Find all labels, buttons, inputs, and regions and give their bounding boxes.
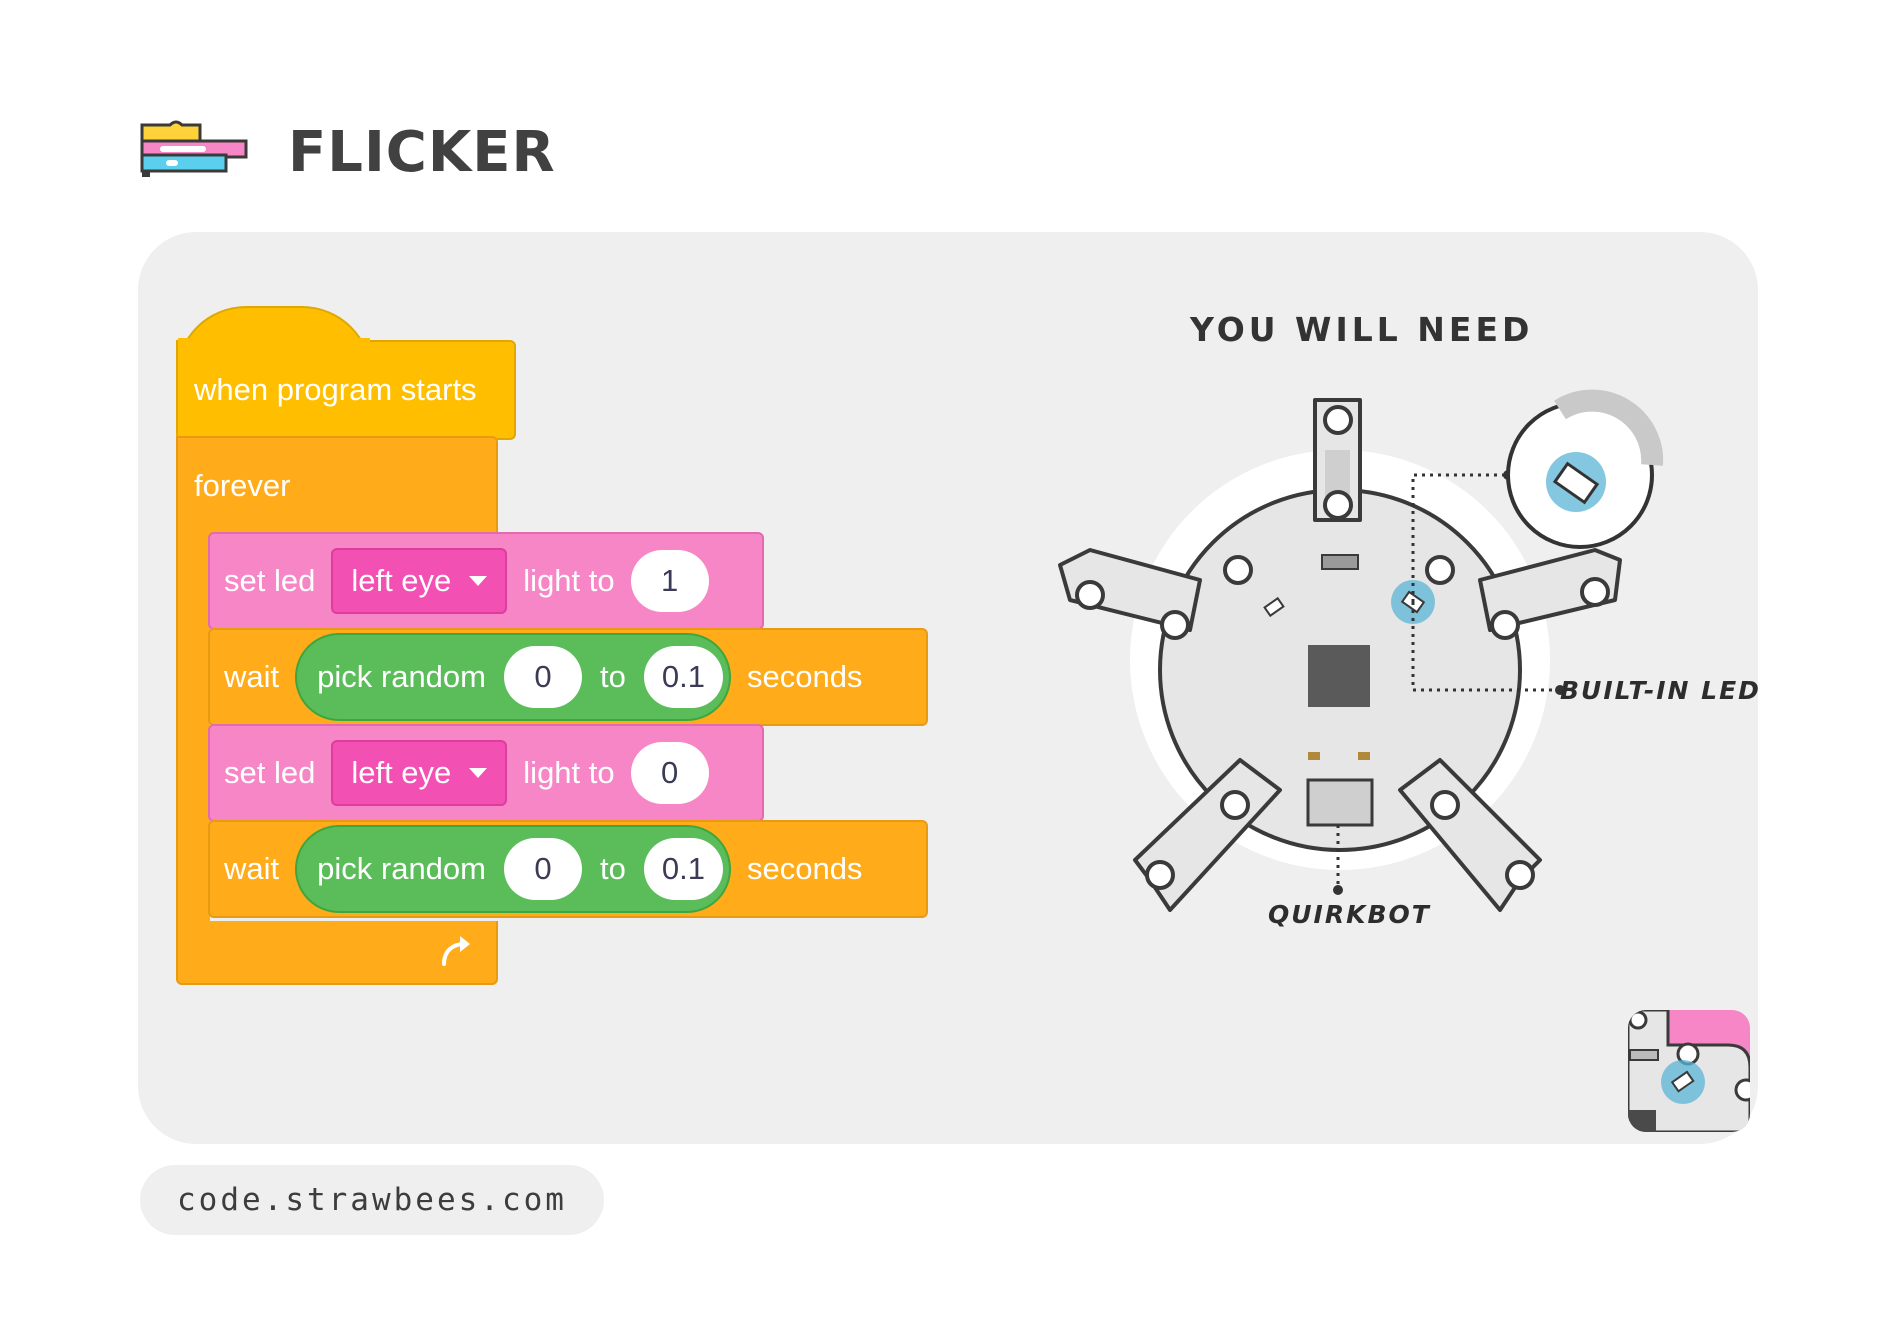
quirkbot-label: QUIRKBOT <box>1268 900 1431 929</box>
set-led-label: set led <box>224 563 316 598</box>
led-target-dropdown[interactable]: left eye <box>331 548 508 614</box>
random-to-input[interactable]: 0.1 <box>643 646 723 708</box>
light-value-input[interactable]: 1 <box>630 550 709 612</box>
pick-random-label: pick random <box>317 659 486 694</box>
set-led-block[interactable]: set led left eye light to 1 <box>208 532 764 630</box>
usb-port <box>1306 778 1374 827</box>
pick-random-label: pick random <box>317 851 486 886</box>
chevron-down-icon <box>469 576 488 586</box>
website-url[interactable]: code.strawbees.com <box>140 1165 604 1235</box>
pick-random-block[interactable]: pick random 0 to 0.1 <box>295 825 731 913</box>
led-target-value: left eye <box>351 755 452 790</box>
to-label: to <box>600 659 626 694</box>
code-blocks-icon <box>140 120 248 177</box>
light-value-input[interactable]: 0 <box>630 742 709 804</box>
forever-block-arm <box>176 530 210 930</box>
quirkbot-illustration <box>1058 389 1664 912</box>
quirkbot-thumbnail <box>1628 1010 1750 1132</box>
set-led-block[interactable]: set led left eye light to 0 <box>208 724 764 822</box>
light-to-label: light to <box>523 755 615 790</box>
header: FLICKER <box>138 112 556 192</box>
when-program-starts-block[interactable]: when program starts <box>176 340 516 440</box>
wait-block[interactable]: wait pick random 0 to 0.1 seconds <box>208 628 928 726</box>
set-led-label: set led <box>224 755 316 790</box>
forever-label: forever <box>194 468 291 503</box>
random-from-input[interactable]: 0 <box>504 646 582 708</box>
wait-label: wait <box>224 659 280 694</box>
led-target-value: left eye <box>351 563 452 598</box>
loop-arrow-icon <box>442 936 470 966</box>
random-to-input[interactable]: 0.1 <box>643 838 723 900</box>
you-will-need-heading: YOU WILL NEED <box>1190 310 1534 349</box>
microcontroller-chip <box>1308 645 1370 707</box>
random-from-input[interactable]: 0 <box>504 838 582 900</box>
wait-block[interactable]: wait pick random 0 to 0.1 seconds <box>208 820 928 918</box>
to-label: to <box>600 851 626 886</box>
website-url-text: code.strawbees.com <box>177 1182 567 1218</box>
built-in-led-label: BUILT-IN LED <box>1560 676 1761 705</box>
forever-block[interactable]: forever <box>176 436 498 534</box>
wait-label: wait <box>224 851 280 886</box>
chevron-down-icon <box>469 768 488 778</box>
forever-block-end <box>176 921 498 985</box>
pick-random-block[interactable]: pick random 0 to 0.1 <box>295 633 731 721</box>
led-target-dropdown[interactable]: left eye <box>331 740 508 806</box>
seconds-label: seconds <box>746 659 863 694</box>
seconds-label: seconds <box>746 851 863 886</box>
light-to-label: light to <box>523 563 615 598</box>
page-title: FLICKER <box>288 119 556 185</box>
hat-label: when program starts <box>194 372 477 407</box>
